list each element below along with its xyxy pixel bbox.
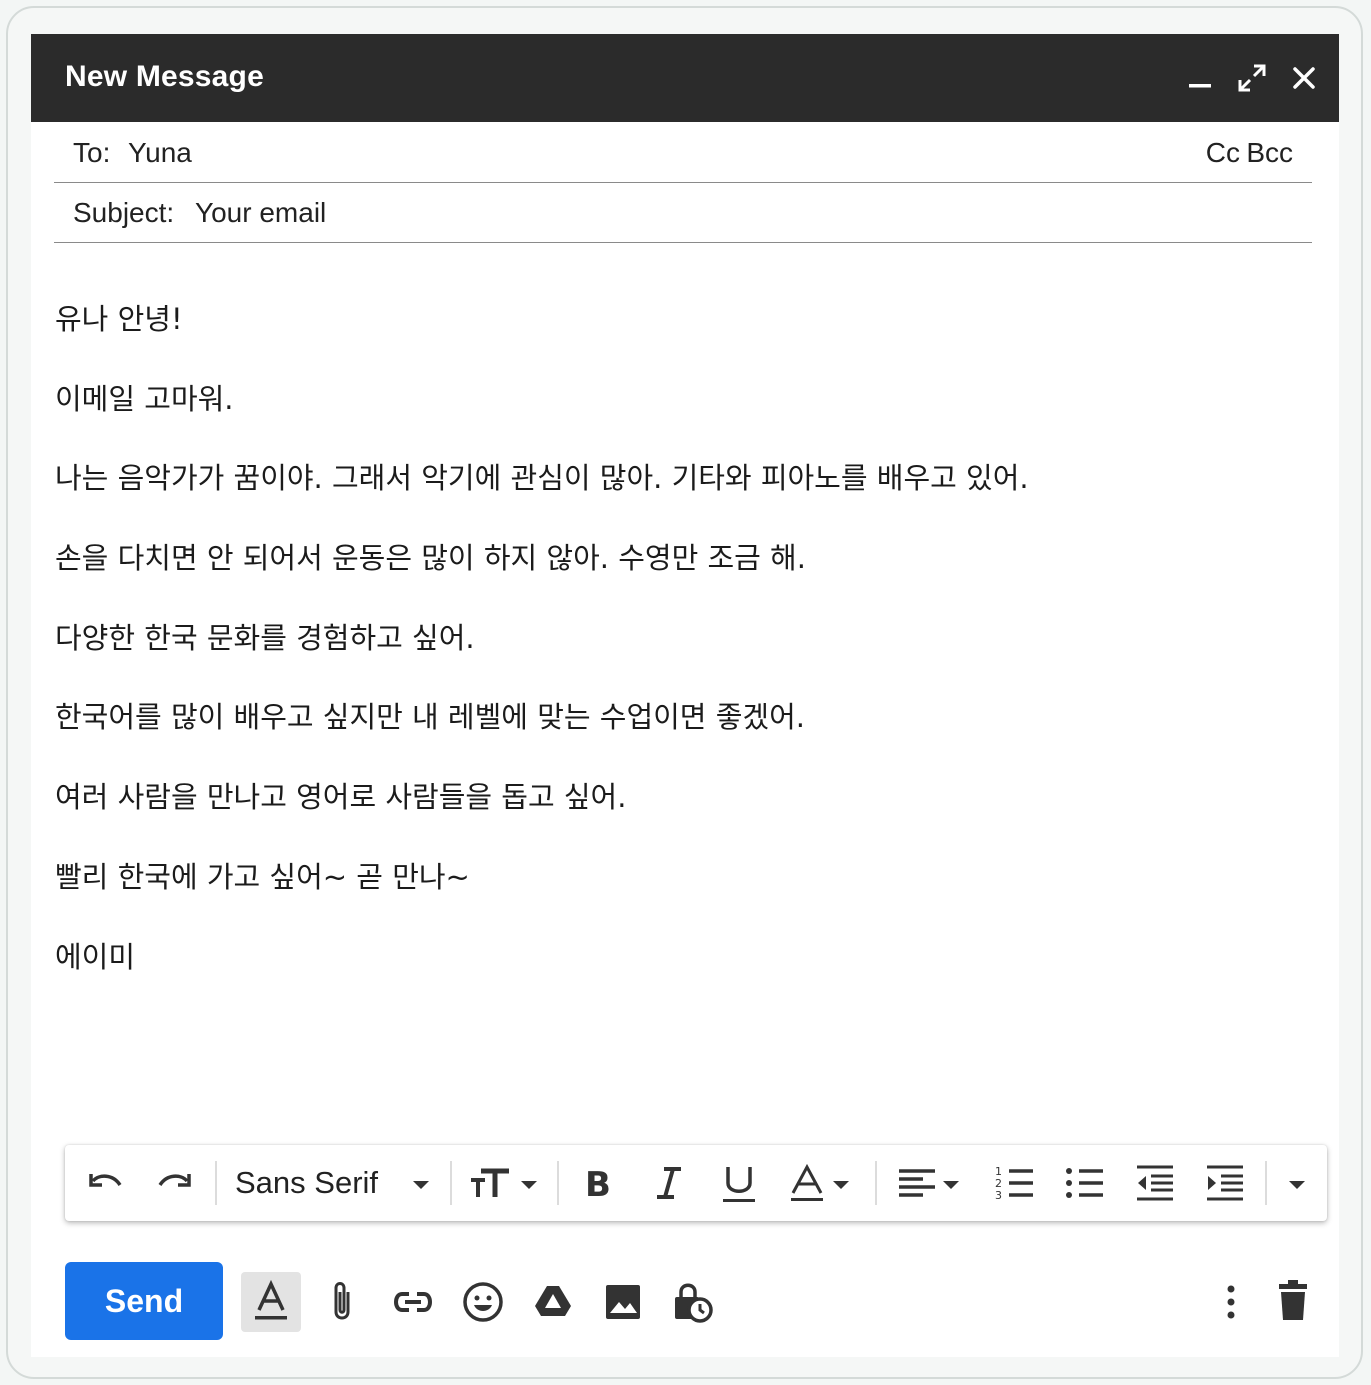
close-icon[interactable] bbox=[1286, 60, 1322, 96]
bulleted-list-icon[interactable] bbox=[1063, 1161, 1107, 1205]
subject-field[interactable]: Subject: Your email bbox=[54, 184, 1312, 243]
compose-title: New Message bbox=[65, 60, 264, 93]
toolbar-separator bbox=[875, 1161, 877, 1205]
text-color-icon[interactable] bbox=[787, 1161, 863, 1205]
send-button[interactable]: Send bbox=[65, 1262, 223, 1340]
to-field[interactable]: To: Yuna Cc Bcc bbox=[54, 124, 1312, 183]
confidential-mode-icon[interactable] bbox=[663, 1272, 723, 1332]
to-label: To: bbox=[73, 137, 111, 168]
minimize-icon[interactable] bbox=[1182, 60, 1218, 96]
body-line: 다양한 한국 문화를 경험하고 싶어. bbox=[55, 621, 475, 655]
expand-icon[interactable] bbox=[1234, 60, 1270, 96]
text-size-icon[interactable] bbox=[465, 1161, 545, 1205]
font-selector[interactable]: Sans Serif bbox=[235, 1165, 378, 1201]
body-line: 손을 다치면 안 되어서 운동은 많이 하지 않아. 수영만 조금 해. bbox=[55, 541, 806, 575]
photo-icon[interactable] bbox=[593, 1272, 653, 1332]
more-formatting-icon[interactable] bbox=[1283, 1161, 1311, 1205]
drive-icon[interactable] bbox=[523, 1272, 583, 1332]
body-line: 나는 음악가가 꿈이야. 그래서 악기에 관심이 많아. 기타와 피아노를 배우… bbox=[55, 461, 1029, 495]
body-line: 유나 안녕! bbox=[55, 302, 183, 336]
font-dropdown-icon[interactable] bbox=[407, 1161, 435, 1205]
attach-icon[interactable] bbox=[313, 1272, 373, 1332]
underline-icon[interactable] bbox=[717, 1161, 761, 1205]
more-options-icon[interactable] bbox=[1201, 1272, 1261, 1332]
numbered-list-icon[interactable]: 1 2 3 bbox=[993, 1161, 1037, 1205]
cc-link[interactable]: Cc bbox=[1206, 137, 1240, 169]
body-line: 이메일 고마워. bbox=[55, 382, 234, 416]
toolbar-separator bbox=[450, 1161, 452, 1205]
to-recipient[interactable]: Yuna bbox=[128, 137, 192, 169]
formatting-toolbar: Sans Serif B 1 2 3 bbox=[65, 1145, 1327, 1221]
body-line: 한국어를 많이 배우고 싶지만 내 레벨에 맞는 수업이면 좋겠어. bbox=[55, 700, 805, 734]
redo-icon[interactable] bbox=[153, 1161, 197, 1205]
body-line: 여러 사람을 만나고 영어로 사람들을 돕고 싶어. bbox=[55, 780, 627, 814]
toolbar-separator bbox=[1265, 1161, 1267, 1205]
discard-icon[interactable] bbox=[1263, 1272, 1323, 1332]
undo-icon[interactable] bbox=[83, 1161, 127, 1205]
bcc-link[interactable]: Bcc bbox=[1246, 137, 1293, 169]
emoji-icon[interactable] bbox=[453, 1272, 513, 1332]
svg-text:B: B bbox=[585, 1165, 611, 1205]
link-icon[interactable] bbox=[383, 1272, 443, 1332]
bold-icon[interactable]: B bbox=[577, 1161, 621, 1205]
indent-more-icon[interactable] bbox=[1203, 1161, 1247, 1205]
toolbar-separator bbox=[557, 1161, 559, 1205]
subject-label: Subject: bbox=[73, 197, 175, 228]
formatting-toggle-icon[interactable] bbox=[241, 1272, 301, 1332]
body-line: 빨리 한국에 가고 싶어~ 곧 만나~ bbox=[55, 860, 470, 894]
compose-window: New Message To: Yuna Cc Bcc Subject: You… bbox=[31, 34, 1339, 1357]
subject-value[interactable]: Your email bbox=[195, 197, 326, 229]
compose-titlebar: New Message bbox=[31, 34, 1339, 122]
svg-text:3: 3 bbox=[995, 1189, 1002, 1202]
signature: 에이미 bbox=[55, 940, 136, 974]
italic-icon[interactable] bbox=[647, 1161, 691, 1205]
toolbar-separator bbox=[215, 1161, 217, 1205]
indent-less-icon[interactable] bbox=[1133, 1161, 1177, 1205]
align-icon[interactable] bbox=[895, 1161, 971, 1205]
